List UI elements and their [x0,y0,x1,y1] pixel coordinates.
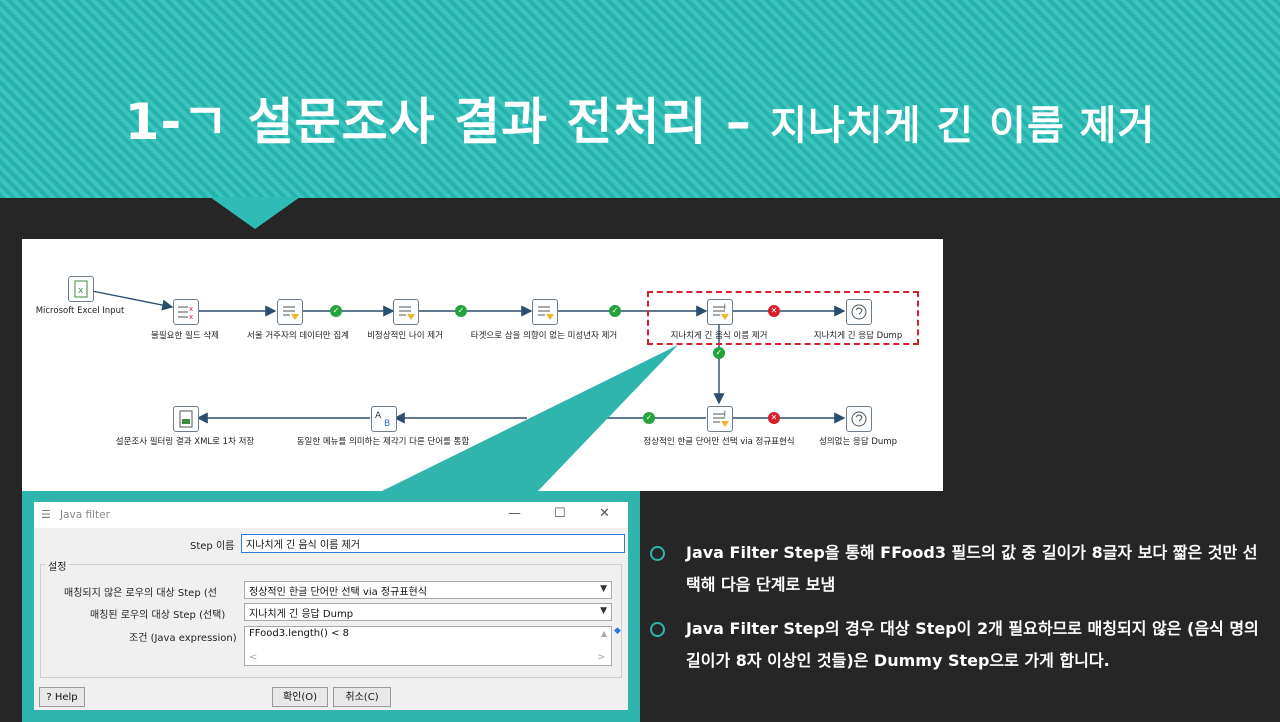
dialog-titlebar: ☰ Java filter — ☐ ✕ [34,502,628,528]
help-icon: ? [46,692,52,703]
matched-target-value: 지나치게 긴 응답 Dump [249,609,354,620]
step-name-label: Step 이름 [190,541,235,552]
condition-value: FFood3.length() < 8 [249,628,350,639]
unmatched-target-value: 정상적인 한글 단어만 선택 via 정규표현식 [249,587,427,598]
scroll-left-icon[interactable]: < [249,652,257,663]
bullet-item: Java Filter Step의 경우 대상 Step이 2개 필요하므로 매… [650,613,1270,677]
close-icon[interactable]: ✕ [599,506,610,521]
bullet-text: Java Filter Step의 경우 대상 Step이 2개 필요하므로 매… [686,619,1259,670]
step-name-input[interactable]: 지나치게 긴 음식 이름 제거 [241,534,625,553]
ok-button[interactable]: 확인(O) [272,687,328,707]
bullet-circle-icon [650,546,665,561]
bullet-item: Java Filter Step을 통해 FFood3 필드의 값 중 길이가 … [650,537,1270,601]
help-button-label: Help [54,692,78,703]
scroll-up-icon[interactable]: ▲ [601,629,607,638]
dialog-frame: ☰ Java filter — ☐ ✕ Step 이름 지나치게 긴 음식 이름… [22,491,640,722]
help-button[interactable]: ? Help [39,687,85,707]
java-filter-icon: ☰ [41,508,51,521]
cancel-button[interactable]: 취소(C) [333,687,391,707]
java-filter-dialog: ☰ Java filter — ☐ ✕ Step 이름 지나치게 긴 음식 이름… [34,502,628,710]
chevron-down-icon: ▼ [600,606,607,616]
unmatched-target-label: 매칭되지 않은 로우의 대상 Step (선 [64,588,217,599]
condition-label: 조건 (Java expression) [129,633,237,644]
bullet-list: Java Filter Step을 통해 FFood3 필드의 값 중 길이가 … [650,537,1270,689]
bullet-text: Java Filter Step을 통해 FFood3 필드의 값 중 길이가 … [686,543,1258,594]
minimize-icon[interactable]: — [508,506,521,521]
matched-target-select[interactable]: 지나치게 긴 응답 Dump ▼ [244,603,612,621]
bullet-circle-icon [650,622,665,637]
unmatched-target-select[interactable]: 정상적인 한글 단어만 선택 via 정규표현식 ▼ [244,581,612,599]
settings-group-label: 설정 [46,558,69,573]
dialog-title: Java filter [60,509,110,521]
condition-textarea[interactable]: FFood3.length() < 8 < > ▲ [244,626,612,666]
chevron-down-icon: ▼ [600,584,607,594]
variable-diamond-icon[interactable]: ◆ [614,626,621,636]
maximize-icon[interactable]: ☐ [554,506,566,521]
scroll-right-icon[interactable]: > [597,652,605,663]
matched-target-label: 매칭된 로우의 대상 Step (선택) [90,610,226,621]
